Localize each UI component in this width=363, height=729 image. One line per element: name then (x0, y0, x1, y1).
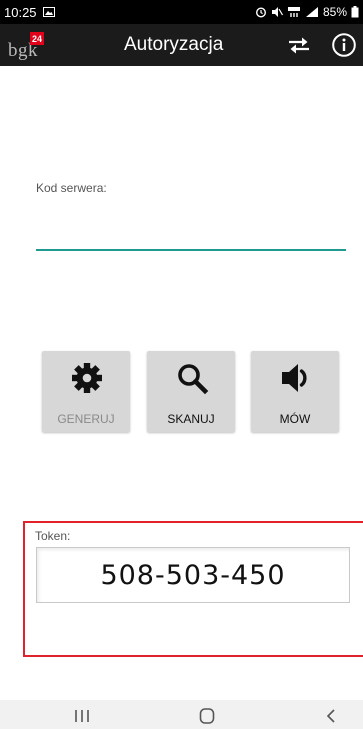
page-title: Autoryzacja (124, 34, 224, 55)
status-left: 10:25 (4, 5, 55, 20)
token-value: 508-503-450 (100, 559, 286, 591)
signal-icon (305, 6, 319, 18)
status-bar: 10:25 85% (0, 0, 363, 24)
lte-icon (287, 6, 301, 18)
battery-percent: 85% (322, 5, 347, 19)
generate-button[interactable]: GENERUJ (42, 351, 130, 432)
server-code-input[interactable] (36, 225, 346, 251)
speaker-icon (282, 364, 307, 392)
app-bar: bgk 24 Autoryzacja (0, 24, 363, 66)
info-icon (332, 33, 356, 57)
recent-apps-button[interactable] (70, 705, 94, 727)
bgk24-logo: bgk 24 (8, 32, 48, 62)
mute-icon (271, 6, 283, 18)
info-button[interactable] (331, 32, 357, 58)
gear-icon (72, 363, 102, 393)
server-code-label: Kod serwera: (36, 181, 107, 195)
token-label: Token: (35, 529, 71, 543)
scan-button[interactable]: SKANUJ (147, 351, 235, 432)
recent-apps-icon (75, 710, 89, 722)
speak-label: MÓW (279, 412, 311, 426)
back-button[interactable] (319, 705, 343, 727)
home-button[interactable] (195, 705, 219, 727)
generate-label: GENERUJ (57, 412, 115, 426)
home-icon (199, 708, 215, 724)
swap-button[interactable] (286, 33, 312, 57)
scan-label: SKANUJ (167, 412, 215, 426)
logo-badge: 24 (30, 32, 44, 45)
speak-button[interactable]: MÓW (251, 351, 339, 432)
gallery-notification-icon (42, 7, 55, 17)
alarm-icon (255, 6, 267, 18)
status-right: 85% (255, 5, 359, 19)
token-field: 508-503-450 (36, 547, 350, 603)
search-icon (178, 364, 209, 395)
status-time: 10:25 (4, 4, 37, 20)
swap-arrows-icon (289, 37, 309, 54)
battery-icon (351, 6, 359, 18)
system-nav-bar (0, 700, 363, 729)
back-icon (326, 709, 335, 723)
